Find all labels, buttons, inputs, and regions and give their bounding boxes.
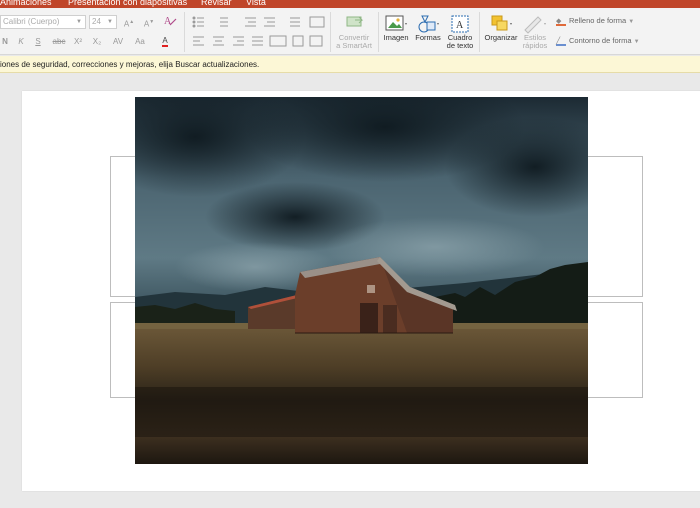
chevron-down-icon: ▼: [107, 19, 113, 25]
paragraph-group: [190, 15, 328, 54]
shapes-label: Formas: [415, 33, 441, 42]
image-icon: [385, 15, 407, 31]
arrange-button[interactable]: Organizar: [483, 14, 519, 42]
separator: [378, 12, 379, 52]
pen-icon: ╱: [556, 37, 566, 46]
separator: [479, 12, 480, 52]
image-label: Imagen: [383, 33, 409, 42]
tab-presentacion[interactable]: Presentación con diapositivas: [68, 0, 187, 8]
quick-styles-icon: [524, 16, 546, 34]
strikethrough-button[interactable]: abc: [50, 35, 68, 49]
slide-editor: [0, 74, 700, 508]
convert-smartart-label-2: a SmartArt: [336, 41, 372, 50]
tab-animaciones[interactable]: Animaciones: [0, 0, 52, 8]
barn-photo[interactable]: [135, 97, 588, 464]
chevron-down-icon: ▼: [633, 39, 640, 45]
font-color-button[interactable]: A: [155, 34, 175, 48]
separator: [184, 12, 185, 52]
quick-styles-button[interactable]: Estilos rápidos: [520, 14, 550, 50]
underline-button[interactable]: S: [33, 35, 43, 49]
italic-button[interactable]: K: [16, 35, 26, 49]
shape-fill-button[interactable]: ◆ Relleno de forma ▼: [556, 16, 634, 27]
shrink-font-button[interactable]: A▼: [140, 15, 158, 29]
textbox-label-2: de texto: [446, 41, 474, 50]
chevron-down-icon: ▼: [628, 19, 635, 25]
font-size-value: 24: [92, 17, 101, 26]
arrange-icon: [491, 15, 512, 31]
textbox-icon: A: [451, 15, 469, 33]
barn-landscape-image: [135, 97, 588, 464]
slide-canvas[interactable]: [22, 91, 700, 491]
insert-image-button[interactable]: Imagen: [381, 14, 411, 42]
quick-styles-label-2: rápidos: [522, 41, 548, 50]
shapes-icon: [418, 15, 439, 33]
ribbon: Calibri (Cuerpo) ▼ 24 ▼ A▲ A▼ A N K S ab…: [0, 8, 700, 55]
tab-revisar[interactable]: Revisar: [201, 0, 232, 8]
separator: [330, 12, 331, 52]
arrange-label: Organizar: [484, 33, 518, 42]
bold-button[interactable]: N: [0, 35, 10, 49]
char-spacing-button[interactable]: AV: [108, 35, 128, 49]
insert-textbox-button[interactable]: A Cuadro de texto: [445, 14, 475, 50]
smartart-icon: [346, 16, 364, 27]
subscript-button[interactable]: X₂: [89, 35, 105, 49]
shape-outline-label: Contorno de forma: [569, 36, 632, 45]
shape-fill-label: Relleno de forma: [569, 16, 627, 25]
font-size-select[interactable]: 24 ▼: [89, 15, 117, 29]
insert-shapes-button[interactable]: Formas: [413, 14, 443, 42]
tab-vista[interactable]: Vista: [246, 0, 266, 8]
font-name-select[interactable]: Calibri (Cuerpo) ▼: [0, 15, 86, 29]
chevron-down-icon: ▼: [76, 19, 82, 25]
update-message-bar: iones de seguridad, correcciones y mejor…: [0, 56, 700, 73]
paragraph-buttons: [192, 16, 325, 47]
grow-font-button[interactable]: A▲: [120, 15, 138, 29]
superscript-button[interactable]: X²: [70, 35, 86, 49]
powerpoint-window: Animaciones Presentación con diapositiva…: [0, 0, 700, 508]
eraser-icon: A: [164, 16, 177, 27]
svg-text:A: A: [456, 20, 464, 31]
shape-outline-button[interactable]: ╱ Contorno de forma ▼: [556, 36, 640, 47]
paint-bucket-icon: ◆: [556, 17, 566, 26]
clear-format-button[interactable]: A: [161, 13, 179, 27]
font-name-value: Calibri (Cuerpo): [3, 17, 60, 26]
update-message-text: iones de seguridad, correcciones y mejor…: [0, 60, 260, 69]
change-case-button[interactable]: Aa: [130, 35, 150, 49]
convert-smartart-button[interactable]: Convertir a SmartArt: [334, 14, 374, 50]
svg-text:A: A: [164, 16, 172, 27]
ribbon-tab-bar: Animaciones Presentación con diapositiva…: [0, 0, 700, 8]
font-color-letter: A: [162, 36, 168, 47]
